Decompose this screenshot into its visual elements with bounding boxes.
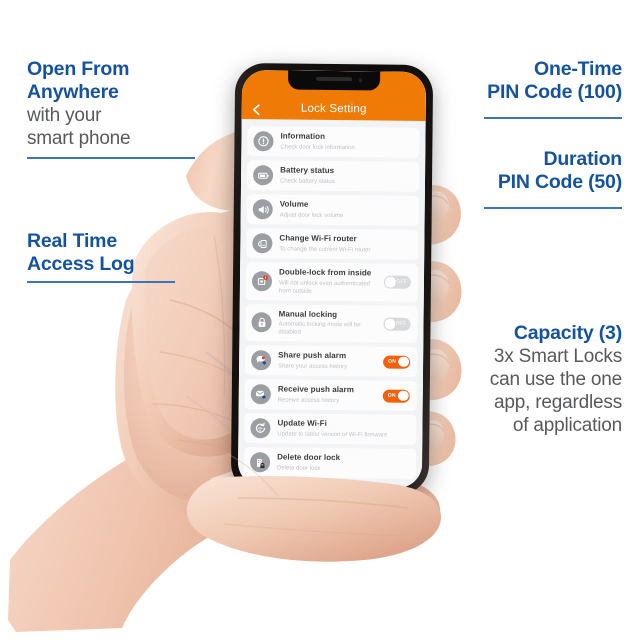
- list-item-subtitle: Delete door lock: [276, 465, 321, 472]
- volume-icon: [252, 199, 273, 220]
- share-alarm-icon: [251, 350, 272, 371]
- toggle-knob: [398, 356, 410, 368]
- smartphone-device: Lock Setting Information Check door lock…: [230, 62, 434, 496]
- list-item-title: Receive push alarm: [277, 384, 354, 395]
- divider-one-time-pin-code: [484, 117, 622, 119]
- list-item-subtitle: To change the current Wi-Fi router: [279, 246, 371, 254]
- list-item-update-wifi[interactable]: Update Wi-Fi Update to latest version of…: [244, 413, 417, 445]
- toggle-knob: [397, 390, 409, 402]
- list-item-subtitle: Will not unlock even authenticated from …: [278, 279, 371, 295]
- list-item-double-lock[interactable]: Double-lock from inside Will not unlock …: [245, 262, 419, 302]
- list-item-subtitle: Receive access history: [277, 397, 340, 404]
- callout-heading-line1: Duration: [543, 148, 622, 170]
- divider-duration-pin-code: [484, 207, 622, 209]
- toggle-state-label: OFF: [395, 320, 407, 327]
- callout-heading-line1: Open From: [27, 58, 130, 80]
- earpiece-speaker-icon: [316, 76, 353, 82]
- front-camera-icon: [358, 78, 363, 82]
- toggle-state-label: ON: [388, 358, 397, 365]
- callout-heading-line2: PIN Code (50): [497, 171, 622, 193]
- toggle-manual-locking[interactable]: OFF: [383, 317, 411, 331]
- list-item-subtitle: Update to latest version of Wi-Fi firmwa…: [277, 431, 388, 439]
- list-item-battery-status[interactable]: Battery status Check battery status: [246, 160, 420, 192]
- list-item-title: Manual locking: [278, 308, 338, 319]
- list-item-title: Share push alarm: [278, 350, 347, 361]
- list-item-information[interactable]: Information Check door lock information: [247, 126, 420, 158]
- list-item-delete-door-lock[interactable]: Delete door lock Delete door lock: [243, 447, 417, 479]
- toggle-share-push-alarm[interactable]: ON: [383, 355, 411, 369]
- divider-real-time-access-log: [27, 281, 175, 283]
- callout-heading-line2: Anywhere: [27, 81, 119, 103]
- battery-icon: [252, 165, 274, 186]
- callout-duration-pin-code: Duration PIN Code (50): [412, 148, 622, 194]
- padlock-icon: [251, 312, 272, 333]
- list-item-title: Information: [280, 131, 326, 142]
- callout-heading-line1: Capacity (3): [513, 322, 622, 344]
- callout-sub-line2: smart phone: [27, 128, 131, 149]
- list-item-subtitle: Adjust door lock volume: [279, 212, 344, 219]
- callout-sub-line1: 3x Smart Locks: [493, 346, 622, 367]
- list-item-title: Volume: [279, 199, 309, 209]
- list-item-volume[interactable]: Volume Adjust door lock volume: [246, 194, 419, 226]
- list-item-manual-locking[interactable]: Manual locking Automatic locking mode wi…: [245, 303, 418, 343]
- callout-sub-line4: of application: [512, 415, 622, 436]
- toggle-double-lock[interactable]: OFF: [383, 275, 412, 290]
- divider-open-from-anywhere: [27, 157, 195, 159]
- update-wifi-icon: [250, 418, 271, 439]
- callout-heading-line2: Access Log: [27, 253, 135, 275]
- phone-screen: Lock Setting Information Check door lock…: [237, 70, 427, 488]
- callout-sub-line3: app, regardless: [494, 392, 622, 413]
- toggle-receive-push-alarm[interactable]: ON: [382, 389, 410, 403]
- information-icon: [253, 131, 274, 152]
- list-item-subtitle: Check battery status: [279, 178, 335, 185]
- delete-lock-icon: [249, 452, 271, 473]
- wifi-router-icon: [252, 233, 273, 254]
- list-item-subtitle: Share your access history: [278, 363, 348, 370]
- list-item-title: Delete door lock: [277, 452, 341, 463]
- callout-sub-line2: can use the one: [489, 369, 622, 390]
- callout-real-time-access-log: Real Time Access Log: [27, 230, 207, 276]
- toggle-state-label: OFF: [396, 278, 408, 286]
- receive-alarm-icon: [250, 384, 271, 405]
- list-item-title: Update Wi-Fi: [277, 418, 327, 429]
- poster-canvas: Lock Setting Information Check door lock…: [0, 0, 640, 640]
- toggle-knob: [384, 318, 396, 330]
- callout-open-from-anywhere: Open From Anywhere with your smart phone: [27, 58, 207, 150]
- phone-screen-bezel: Lock Setting Information Check door lock…: [237, 70, 427, 488]
- chevron-left-icon[interactable]: [250, 103, 263, 116]
- callout-heading-line1: Real Time: [27, 230, 117, 252]
- callout-sub-line1: with your: [27, 105, 102, 126]
- toggle-state-label: ON: [387, 392, 396, 399]
- callout-heading-line1: One-Time: [534, 58, 622, 80]
- settings-list[interactable]: Information Check door lock information: [237, 119, 426, 488]
- phone-notch: [287, 70, 381, 91]
- list-item-title: Double-lock from inside: [279, 267, 372, 278]
- list-item-change-wifi-router[interactable]: Change Wi-Fi router To change the curren…: [246, 228, 419, 260]
- callout-capacity: Capacity (3) 3x Smart Locks can use the …: [432, 322, 622, 437]
- list-item-title: Change Wi-Fi router: [279, 233, 357, 244]
- callout-heading-line2: PIN Code (100): [487, 81, 622, 103]
- list-item-receive-push-alarm[interactable]: Receive push alarm Receive access histor…: [244, 379, 417, 411]
- toggle-knob: [385, 276, 396, 288]
- callout-one-time-pin-code: One-Time PIN Code (100): [412, 58, 622, 104]
- page-title: Lock Setting: [300, 102, 367, 116]
- list-item-subtitle: Automatic locking mode will be disabled: [278, 321, 361, 336]
- list-item-share-push-alarm[interactable]: Share push alarm Share your access histo…: [244, 345, 418, 377]
- double-lock-icon: [251, 270, 273, 292]
- list-item-title: Battery status: [280, 165, 335, 176]
- list-item-subtitle: Check door lock information: [280, 144, 355, 151]
